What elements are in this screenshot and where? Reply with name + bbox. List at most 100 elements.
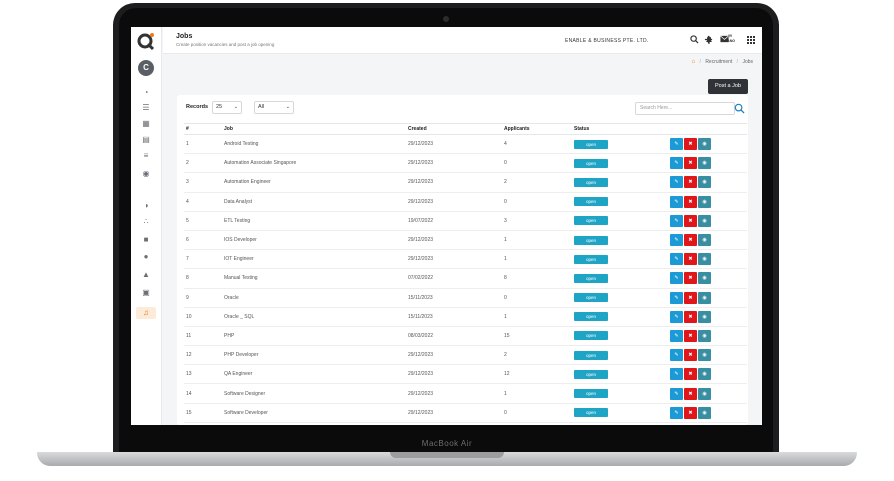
view-button[interactable]: ◉ <box>698 406 711 419</box>
delete-button[interactable]: ✖ <box>684 214 697 227</box>
view-button[interactable]: ◉ <box>698 310 711 323</box>
list-icon[interactable]: ≡ <box>140 151 152 161</box>
edit-button[interactable]: ✎ <box>670 368 683 381</box>
delete-button[interactable]: ✖ <box>684 234 697 247</box>
table-row: 15 Software Developer 29/12/2023 0 open ✎ ✖ ◉ <box>184 403 747 423</box>
view-button[interactable]: ◉ <box>698 234 711 247</box>
header-status[interactable]: Status <box>574 123 670 135</box>
search-icon[interactable] <box>734 103 745 114</box>
created-date: 29/12/2023 <box>408 249 504 270</box>
delete-button[interactable]: ✖ <box>684 329 697 342</box>
row-number: 6 <box>184 230 224 251</box>
view-button[interactable]: ◉ <box>698 157 711 170</box>
page-subtitle: Create position vacancies and post a job… <box>176 42 275 47</box>
applicants-count: 2 <box>504 172 574 193</box>
delete-icon: ✖ <box>688 160 693 167</box>
applicants-count: 1 <box>504 383 574 404</box>
document-icon[interactable]: ▤ <box>140 135 152 145</box>
users-icon[interactable]: ☰ <box>140 103 152 113</box>
edit-icon: ✎ <box>674 179 679 186</box>
view-button[interactable]: ◉ <box>698 349 711 362</box>
delete-button[interactable]: ✖ <box>684 387 697 400</box>
briefcase-icon[interactable]: ■ <box>140 235 152 245</box>
apps-grid-icon[interactable] <box>747 36 755 44</box>
company-name[interactable]: ENABLE & BUSINESS PTE. LTD. <box>565 38 649 44</box>
language-switcher[interactable]: मर LANG <box>723 34 737 44</box>
delete-button[interactable]: ✖ <box>684 138 697 151</box>
edit-button[interactable]: ✎ <box>670 291 683 304</box>
edit-button[interactable]: ✎ <box>670 310 683 323</box>
delete-button[interactable]: ✖ <box>684 176 697 189</box>
status-filter-select[interactable]: All ⌄ <box>254 101 294 114</box>
view-button[interactable]: ◉ <box>698 195 711 208</box>
delete-button[interactable]: ✖ <box>684 291 697 304</box>
delete-button[interactable]: ✖ <box>684 272 697 285</box>
delete-button[interactable]: ✖ <box>684 253 697 266</box>
header-job[interactable]: Job <box>224 123 408 135</box>
delete-button[interactable]: ✖ <box>684 157 697 170</box>
view-button[interactable]: ◉ <box>698 253 711 266</box>
applicants-count: 0 <box>504 153 574 174</box>
thumbs-up-icon[interactable]: ▲ <box>140 270 152 280</box>
edit-button[interactable]: ✎ <box>670 272 683 285</box>
view-button[interactable]: ◉ <box>698 176 711 189</box>
created-date: 29/12/2023 <box>408 383 504 404</box>
view-button[interactable]: ◉ <box>698 368 711 381</box>
applicants-count: 1 <box>504 307 574 327</box>
edit-button[interactable]: ✎ <box>670 406 683 419</box>
edit-button[interactable]: ✎ <box>670 176 683 189</box>
header-created[interactable]: Created <box>408 123 504 135</box>
view-button[interactable]: ◉ <box>698 272 711 285</box>
network-icon[interactable]: ∴ <box>140 217 152 227</box>
edit-button[interactable]: ✎ <box>670 387 683 400</box>
laptop-stage: MacBook Air C ◔ ☰ ▦ ▤ ≡ ◉ ◑ ∴ ■ ● ▲ ▣ ♫ Jobs Create … <box>0 0 894 481</box>
post-job-button[interactable]: Post a Job <box>708 79 748 94</box>
edit-button[interactable]: ✎ <box>670 329 683 342</box>
app-logo-icon[interactable] <box>137 32 155 50</box>
edit-button[interactable]: ✎ <box>670 214 683 227</box>
job-title: Oracle <box>224 288 408 308</box>
chat-icon[interactable]: ● <box>140 252 152 262</box>
edit-icon: ✎ <box>674 217 679 224</box>
view-button[interactable]: ◉ <box>698 387 711 400</box>
delete-button[interactable]: ✖ <box>684 368 697 381</box>
edit-icon: ✎ <box>674 371 679 378</box>
avatar[interactable]: C <box>138 60 154 76</box>
delete-button[interactable]: ✖ <box>684 406 697 419</box>
delete-icon: ✖ <box>688 409 693 416</box>
view-button[interactable]: ◉ <box>698 138 711 151</box>
chart-icon[interactable]: ◑ <box>140 201 152 211</box>
home-icon[interactable]: ⌂ <box>692 59 696 65</box>
edit-icon: ✎ <box>674 160 679 167</box>
header-applicants[interactable]: Applicants <box>504 123 574 135</box>
view-button[interactable]: ◉ <box>698 291 711 304</box>
calendar-icon[interactable]: ▦ <box>140 119 152 129</box>
edit-button[interactable]: ✎ <box>670 234 683 247</box>
delete-button[interactable]: ✖ <box>684 195 697 208</box>
edit-button[interactable]: ✎ <box>670 253 683 266</box>
edit-icon: ✎ <box>674 390 679 397</box>
chevron-down-icon: ⌄ <box>285 104 290 110</box>
status-badge: open <box>574 408 608 418</box>
edit-button[interactable]: ✎ <box>670 349 683 362</box>
records-per-page-select[interactable]: 25 ⌄ <box>212 101 242 114</box>
edit-button[interactable]: ✎ <box>670 195 683 208</box>
dashboard-icon[interactable]: ◔ <box>140 88 152 98</box>
records-label: Records <box>186 104 209 110</box>
edit-button[interactable]: ✎ <box>670 157 683 170</box>
file-icon[interactable]: ▣ <box>140 288 152 298</box>
recruitment-icon[interactable]: ♫ <box>136 307 156 319</box>
search-icon[interactable] <box>689 35 699 45</box>
profile-icon[interactable]: ◉ <box>140 169 152 179</box>
delete-button[interactable]: ✖ <box>684 310 697 323</box>
view-icon: ◉ <box>702 313 707 320</box>
bell-icon[interactable] <box>704 35 714 45</box>
actions-cell: ✎ ✖ ◉ <box>670 268 747 289</box>
breadcrumb-recruitment[interactable]: Recruitment <box>705 59 732 65</box>
view-button[interactable]: ◉ <box>698 329 711 342</box>
delete-button[interactable]: ✖ <box>684 349 697 362</box>
view-button[interactable]: ◉ <box>698 214 711 227</box>
job-title: Oracle _ SQL <box>224 307 408 327</box>
edit-button[interactable]: ✎ <box>670 138 683 151</box>
search-input[interactable]: Search Here... <box>635 102 735 115</box>
